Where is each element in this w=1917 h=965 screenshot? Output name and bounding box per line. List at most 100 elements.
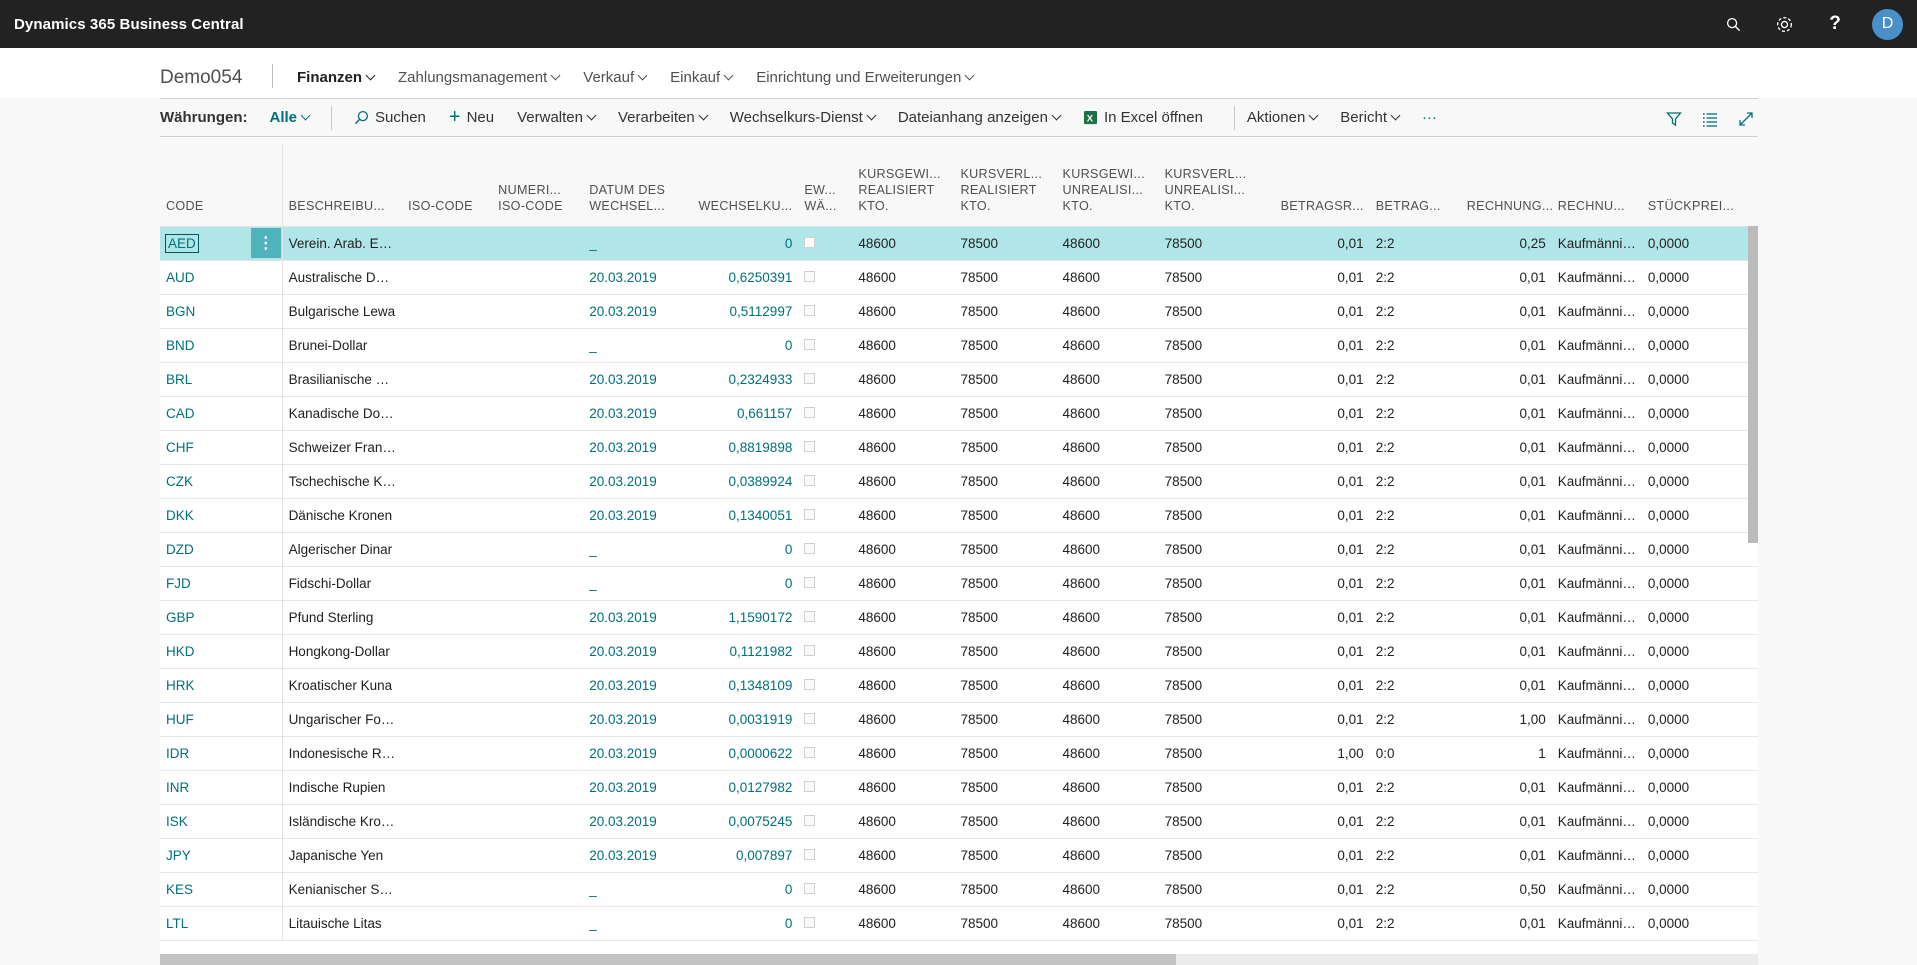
currency-code-link[interactable]: AED <box>165 233 199 253</box>
more-options-button[interactable]: ··· <box>1422 109 1437 126</box>
exchange-rate-cell[interactable]: 0,2324933 <box>685 362 799 397</box>
emu-checkbox[interactable] <box>804 270 816 282</box>
table-row[interactable]: DZD Algerischer Dinar _ 0 48600 78500 48600 785… <box>160 532 1758 567</box>
exchange-date-cell[interactable]: 20.03.2019 <box>583 600 686 635</box>
exchange-rate-cell[interactable]: 0 <box>685 872 799 907</box>
exchange-rate-cell[interactable]: 0,1340051 <box>685 498 799 533</box>
currency-code-link[interactable]: CHF <box>166 440 194 455</box>
emu-currency-cell[interactable] <box>798 532 853 567</box>
currency-code-link[interactable]: HUF <box>166 712 194 727</box>
code-cell[interactable]: HRK <box>160 668 251 703</box>
actions-menu[interactable]: Aktionen <box>1247 109 1319 126</box>
search-icon[interactable] <box>1721 12 1745 36</box>
emu-checkbox[interactable] <box>804 440 816 452</box>
table-row[interactable]: FJD Fidschi-Dollar _ 0 48600 78500 48600 78500 0… <box>160 566 1758 601</box>
column-header-unit-price[interactable]: STÜCKPREI... <box>1641 144 1758 227</box>
currency-code-link[interactable]: BGN <box>166 304 195 319</box>
nav-item-einkauf[interactable]: Einkauf <box>670 69 734 86</box>
exchange-rate-cell[interactable]: 0,0000622 <box>685 736 799 771</box>
exchange-date-cell[interactable]: _ <box>583 906 686 941</box>
code-cell[interactable]: JPY <box>160 838 251 873</box>
table-row[interactable]: HKD Hongkong-Dollar 20.03.2019 0,1121982 486… <box>160 634 1758 669</box>
emu-checkbox[interactable] <box>804 848 816 860</box>
horizontal-scrollbar-thumb[interactable] <box>160 954 1176 965</box>
currency-code-link[interactable]: IDR <box>166 746 189 761</box>
exchange-rate-cell[interactable]: 0 <box>685 226 799 261</box>
emu-currency-cell[interactable] <box>798 634 853 669</box>
currency-code-link[interactable]: JPY <box>166 848 191 863</box>
emu-checkbox[interactable] <box>804 678 816 690</box>
emu-checkbox[interactable] <box>804 372 816 384</box>
exchange-rate-cell[interactable]: 0,8819898 <box>685 430 799 465</box>
row-menu-cell[interactable] <box>250 532 283 567</box>
currency-code-link[interactable]: CAD <box>166 406 195 421</box>
column-header-gain-unrealized[interactable]: KURSGEWI... UNREALISI... KTO. <box>1056 144 1159 227</box>
exchange-date-cell[interactable]: _ <box>583 532 686 567</box>
table-row[interactable]: BND Brunei-Dollar _ 0 48600 78500 48600 78500 0,… <box>160 328 1758 363</box>
currency-code-link[interactable]: INR <box>166 780 189 795</box>
exchange-date-cell[interactable]: 20.03.2019 <box>583 260 686 295</box>
nav-item-einrichtung[interactable]: Einrichtung und Erweiterungen <box>756 69 975 86</box>
exchange-rate-cell[interactable]: 0 <box>685 532 799 567</box>
emu-checkbox[interactable] <box>804 712 816 724</box>
row-menu-cell[interactable] <box>250 260 283 295</box>
exchange-date-cell[interactable]: 20.03.2019 <box>583 736 686 771</box>
search-button[interactable]: Suchen <box>354 109 426 126</box>
exchange-service-menu[interactable]: Wechselkurs-Dienst <box>730 109 877 126</box>
exchange-rate-cell[interactable]: 0,0031919 <box>685 702 799 737</box>
currency-code-link[interactable]: LTL <box>166 916 188 931</box>
view-filter-dropdown[interactable]: Alle <box>270 109 311 126</box>
more-vertical-icon[interactable]: ⋮ <box>250 228 281 258</box>
row-menu-cell[interactable] <box>250 906 283 941</box>
exchange-date-cell[interactable]: 20.03.2019 <box>583 838 686 873</box>
code-cell[interactable]: CAD <box>160 396 251 431</box>
settings-icon[interactable] <box>1772 12 1796 36</box>
code-cell[interactable]: BGN <box>160 294 251 329</box>
table-row[interactable]: CZK Tschechische Kr... 20.03.2019 0,0389924… <box>160 464 1758 499</box>
emu-checkbox[interactable] <box>804 610 816 622</box>
emu-checkbox[interactable] <box>804 508 816 520</box>
row-menu-cell[interactable] <box>250 702 283 737</box>
code-cell[interactable]: CHF <box>160 430 251 465</box>
column-header-loss-realized[interactable]: KURSVERL... REALISIERT KTO. <box>954 144 1057 227</box>
emu-checkbox[interactable] <box>804 304 816 316</box>
emu-checkbox[interactable] <box>804 780 816 792</box>
emu-checkbox[interactable] <box>804 746 816 758</box>
exchange-date-cell[interactable]: 20.03.2019 <box>583 634 686 669</box>
row-menu-cell[interactable] <box>250 634 283 669</box>
code-cell[interactable]: IDR <box>160 736 251 771</box>
emu-currency-cell[interactable] <box>798 906 853 941</box>
emu-checkbox[interactable] <box>804 406 816 418</box>
exchange-date-cell[interactable]: _ <box>583 328 686 363</box>
emu-currency-cell[interactable] <box>798 838 853 873</box>
row-menu-cell[interactable] <box>250 736 283 771</box>
exchange-rate-cell[interactable]: 0,0389924 <box>685 464 799 499</box>
emu-currency-cell[interactable] <box>798 362 853 397</box>
exchange-date-cell[interactable]: 20.03.2019 <box>583 464 686 499</box>
emu-checkbox[interactable] <box>804 542 816 554</box>
emu-currency-cell[interactable] <box>798 464 853 499</box>
exchange-date-cell[interactable]: 20.03.2019 <box>583 702 686 737</box>
column-header-amount-decimals[interactable]: BETRAG... <box>1369 144 1461 227</box>
exchange-rate-cell[interactable]: 0,0127982 <box>685 770 799 805</box>
app-title[interactable]: Dynamics 365 Business Central <box>14 16 244 33</box>
row-menu-cell[interactable] <box>250 362 283 397</box>
table-row[interactable]: DKK Dänische Kronen 20.03.2019 0,1340051 486… <box>160 498 1758 533</box>
table-row[interactable]: JPY Japanische Yen 20.03.2019 0,007897 48600… <box>160 838 1758 873</box>
emu-currency-cell[interactable] <box>798 804 853 839</box>
emu-checkbox[interactable] <box>804 644 816 656</box>
emu-currency-cell[interactable] <box>798 430 853 465</box>
exchange-date-cell[interactable]: 20.03.2019 <box>583 498 686 533</box>
code-cell[interactable]: FJD <box>160 566 251 601</box>
code-cell[interactable]: INR <box>160 770 251 805</box>
exchange-rate-cell[interactable]: 0,1348109 <box>685 668 799 703</box>
code-cell[interactable]: ISK <box>160 804 251 839</box>
table-row[interactable]: AED ⋮ Verein. Arab. Em... _ 0 48600 78500 48600… <box>160 226 1758 261</box>
exchange-rate-cell[interactable]: 0 <box>685 566 799 601</box>
nav-item-zahlungsmanagement[interactable]: Zahlungsmanagement <box>398 69 561 86</box>
emu-currency-cell[interactable] <box>798 498 853 533</box>
emu-checkbox[interactable] <box>804 916 816 928</box>
code-cell[interactable]: AUD <box>160 260 251 295</box>
filter-icon[interactable] <box>1666 111 1682 127</box>
table-row[interactable]: CHF Schweizer Frank... 20.03.2019 0,8819898… <box>160 430 1758 465</box>
